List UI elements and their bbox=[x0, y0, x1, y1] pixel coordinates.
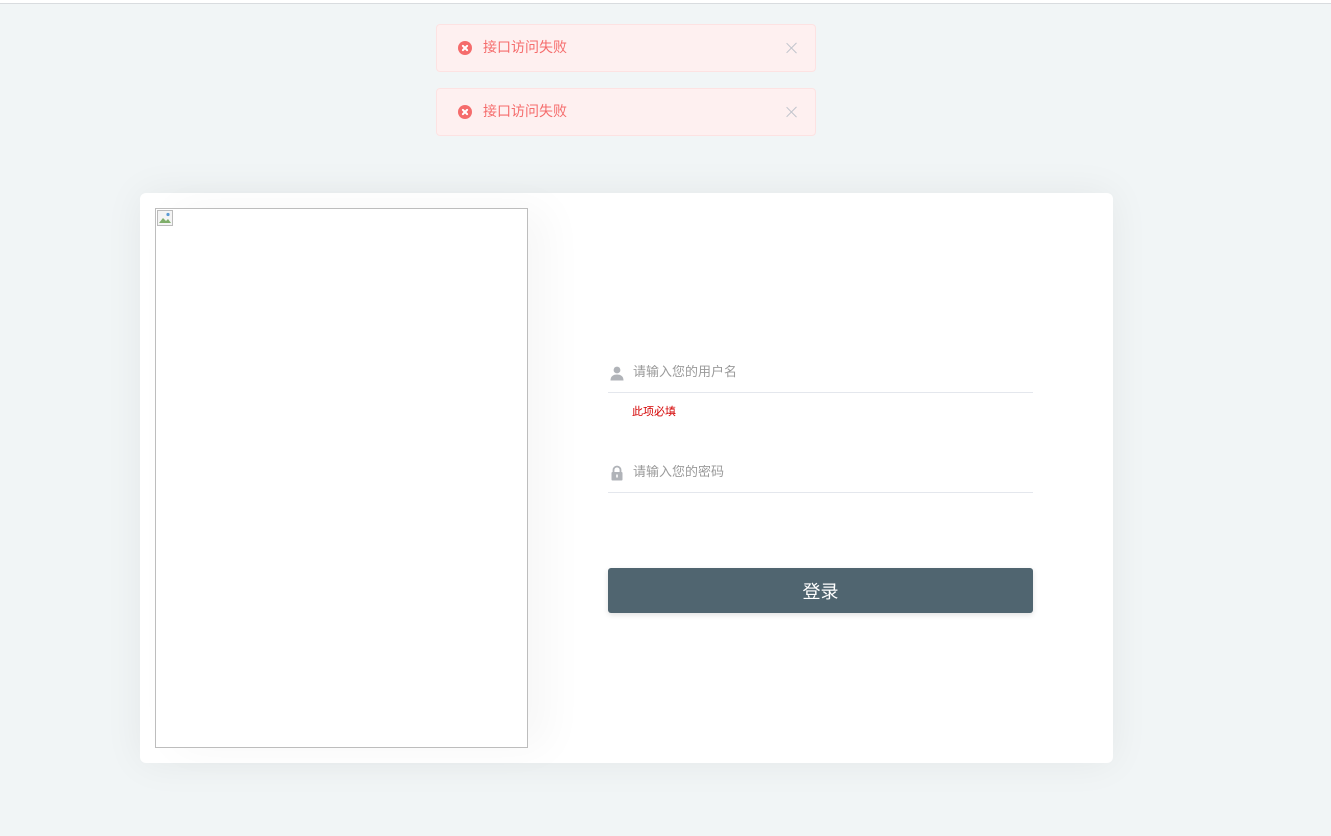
close-icon[interactable] bbox=[785, 41, 799, 55]
close-icon[interactable] bbox=[785, 105, 799, 119]
username-field bbox=[608, 353, 1033, 393]
broken-image-icon bbox=[157, 210, 173, 226]
login-form: 此项必填 登录 bbox=[608, 353, 1033, 613]
top-border bbox=[0, 0, 1331, 4]
lock-icon bbox=[611, 465, 623, 480]
error-circle-icon bbox=[458, 41, 472, 55]
password-field bbox=[608, 453, 1033, 493]
toast-message: 接口访问失败 bbox=[483, 40, 567, 56]
login-illustration bbox=[155, 208, 528, 748]
password-input[interactable] bbox=[633, 465, 1013, 480]
user-icon bbox=[610, 366, 624, 380]
error-toast: 接口访问失败 bbox=[436, 88, 816, 136]
error-circle-icon bbox=[458, 105, 472, 119]
toast-message: 接口访问失败 bbox=[483, 104, 567, 120]
error-toast: 接口访问失败 bbox=[436, 24, 816, 72]
username-error: 此项必填 bbox=[632, 405, 676, 418]
login-button[interactable]: 登录 bbox=[608, 568, 1033, 613]
username-input[interactable] bbox=[633, 365, 1013, 380]
login-card: 此项必填 登录 bbox=[140, 193, 1113, 763]
